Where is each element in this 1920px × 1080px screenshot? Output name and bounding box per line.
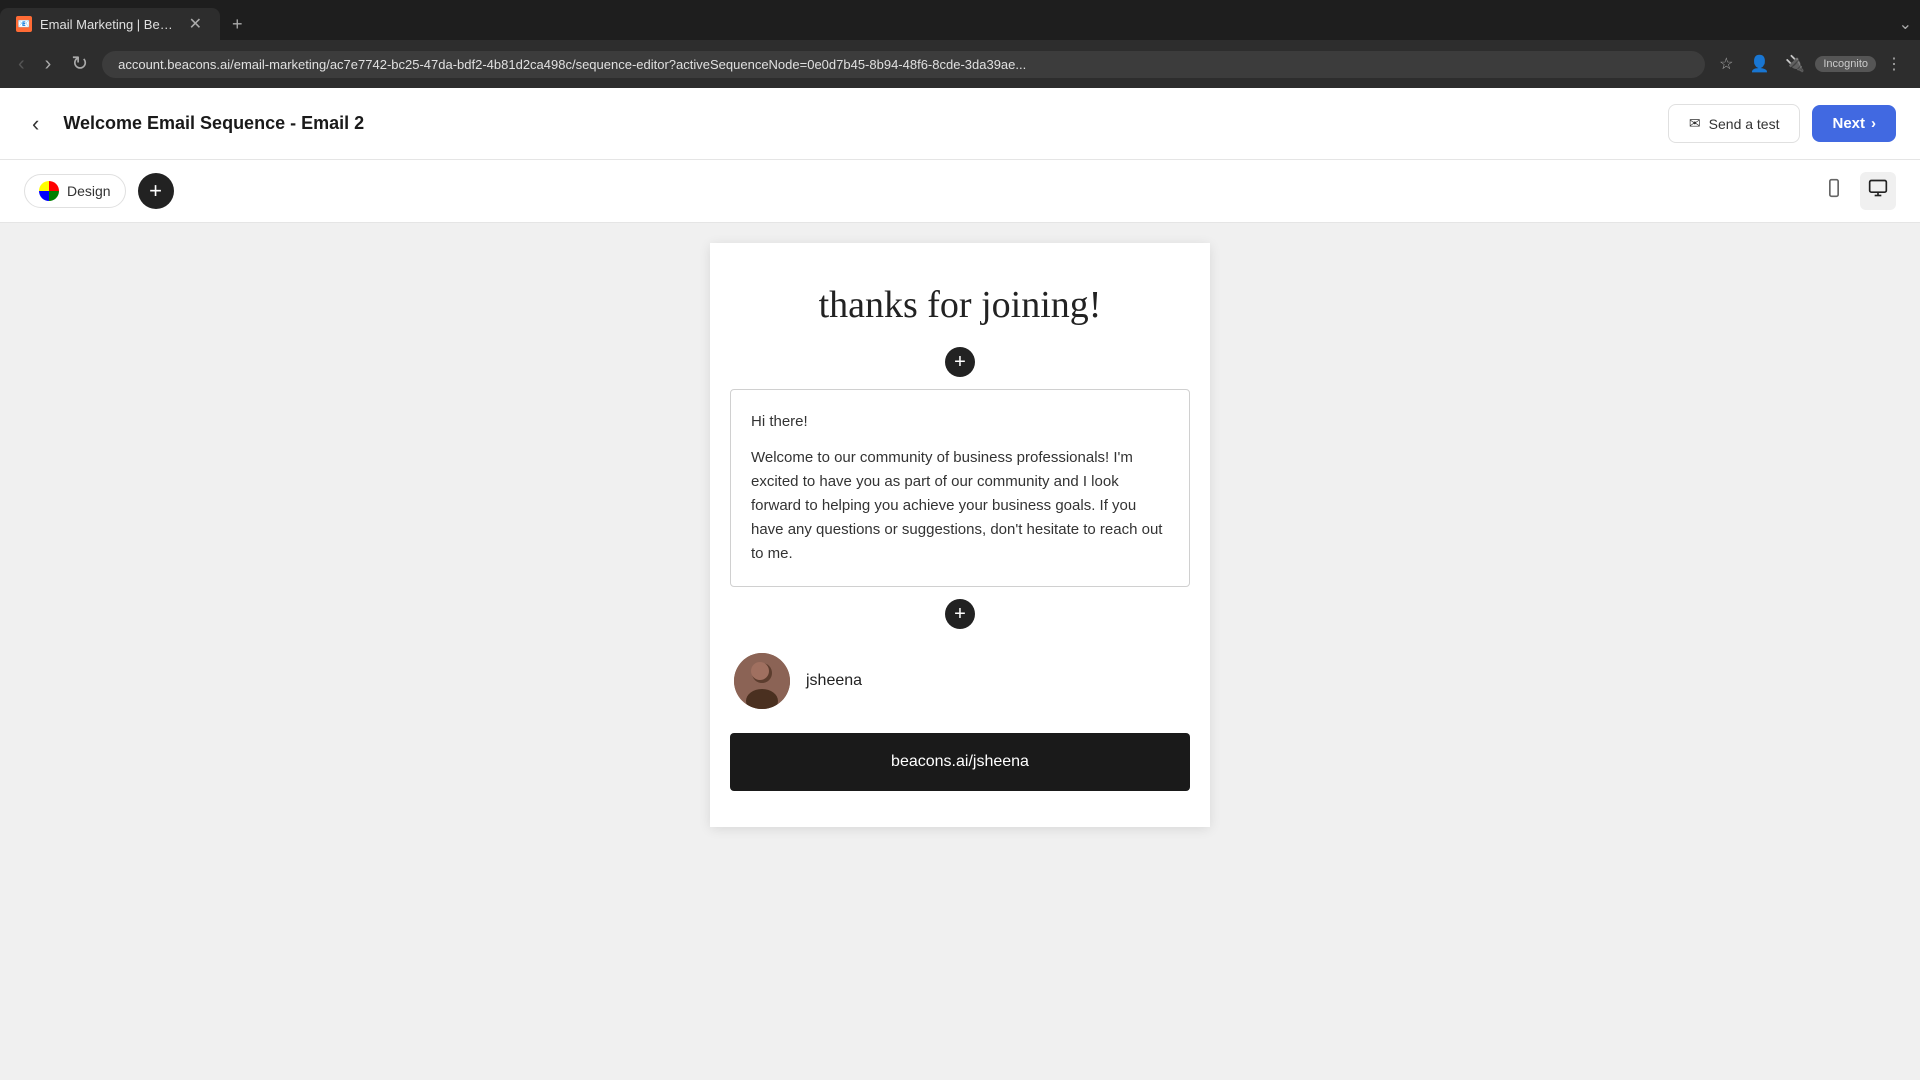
page-title: Welcome Email Sequence - Email 2 bbox=[63, 113, 364, 134]
add-block-bottom-button[interactable]: + bbox=[945, 599, 975, 629]
reload-button[interactable]: ↻ bbox=[65, 50, 94, 78]
mobile-icon bbox=[1824, 181, 1844, 203]
back-nav-button[interactable]: ‹ bbox=[12, 50, 31, 78]
browser-toolbar: ‹ › ↻ ☆ 👤 🔌 Incognito ⋮ bbox=[0, 40, 1920, 88]
profile-button[interactable]: 👤 bbox=[1744, 50, 1776, 78]
add-block-top: + bbox=[730, 339, 1190, 385]
desktop-view-button[interactable] bbox=[1860, 172, 1896, 210]
tab-close-button[interactable]: ✕ bbox=[187, 14, 204, 34]
avatar-image bbox=[734, 653, 790, 709]
browser-tabs: 📧 Email Marketing | Beacons ✕ + ⌄ bbox=[0, 0, 1920, 40]
extensions-button[interactable]: 🔌 bbox=[1779, 50, 1811, 78]
bookmark-button[interactable]: ☆ bbox=[1713, 50, 1739, 78]
greeting-text: Hi there! bbox=[751, 410, 1169, 434]
mobile-view-button[interactable] bbox=[1816, 172, 1852, 210]
cta-button[interactable]: beacons.ai/jsheena bbox=[730, 733, 1190, 791]
design-color-icon bbox=[39, 181, 59, 201]
email-header: thanks for joining! bbox=[730, 263, 1190, 339]
email-title: thanks for joining! bbox=[730, 283, 1190, 329]
new-tab-button[interactable]: + bbox=[224, 10, 251, 39]
author-section: jsheena bbox=[730, 637, 1190, 725]
send-test-button[interactable]: ✉ Send a test bbox=[1668, 104, 1801, 143]
email-content: thanks for joining! + Hi there! Welcome … bbox=[710, 243, 1210, 827]
app-toolbar: Design + bbox=[0, 160, 1920, 223]
toolbar-icons: ☆ 👤 🔌 Incognito ⋮ bbox=[1713, 50, 1908, 78]
add-block-bottom: + bbox=[730, 591, 1190, 637]
add-block-button[interactable]: + bbox=[138, 173, 174, 209]
app: ‹ Welcome Email Sequence - Email 2 ✉ Sen… bbox=[0, 88, 1920, 1080]
tab-favicon: 📧 bbox=[16, 16, 32, 32]
send-test-label: Send a test bbox=[1709, 116, 1780, 132]
address-bar[interactable] bbox=[102, 51, 1705, 78]
next-button[interactable]: Next › bbox=[1812, 105, 1896, 142]
forward-nav-button[interactable]: › bbox=[39, 50, 58, 78]
cta-url: beacons.ai/jsheena bbox=[891, 753, 1029, 770]
design-button[interactable]: Design bbox=[24, 174, 126, 208]
add-block-top-button[interactable]: + bbox=[945, 347, 975, 377]
text-content-block[interactable]: Hi there! Welcome to our community of bu… bbox=[730, 389, 1190, 587]
body-text: Welcome to our community of business pro… bbox=[751, 446, 1169, 566]
active-tab[interactable]: 📧 Email Marketing | Beacons ✕ bbox=[0, 8, 220, 40]
send-icon: ✉ bbox=[1689, 115, 1701, 132]
tab-overflow-button[interactable]: ⌄ bbox=[1891, 10, 1920, 38]
menu-button[interactable]: ⋮ bbox=[1880, 50, 1908, 78]
email-scroll-area[interactable]: thanks for joining! + Hi there! Welcome … bbox=[710, 243, 1210, 827]
desktop-icon bbox=[1868, 181, 1888, 203]
author-name: jsheena bbox=[806, 672, 862, 690]
back-button[interactable]: ‹ bbox=[24, 107, 47, 141]
design-label: Design bbox=[67, 183, 111, 199]
email-preview: thanks for joining! + Hi there! Welcome … bbox=[710, 243, 1210, 827]
tab-title: Email Marketing | Beacons bbox=[40, 17, 179, 32]
app-header: ‹ Welcome Email Sequence - Email 2 ✉ Sen… bbox=[0, 88, 1920, 160]
browser-chrome: 📧 Email Marketing | Beacons ✕ + ⌄ ‹ › ↻ … bbox=[0, 0, 1920, 88]
add-icon: + bbox=[149, 180, 162, 202]
header-actions: ✉ Send a test Next › bbox=[1668, 104, 1896, 143]
incognito-badge: Incognito bbox=[1815, 56, 1876, 72]
main-content: thanks for joining! + Hi there! Welcome … bbox=[0, 223, 1920, 1080]
avatar bbox=[734, 653, 790, 709]
view-toggle bbox=[1816, 172, 1896, 210]
next-label: Next bbox=[1832, 115, 1865, 132]
next-icon: › bbox=[1871, 115, 1876, 132]
